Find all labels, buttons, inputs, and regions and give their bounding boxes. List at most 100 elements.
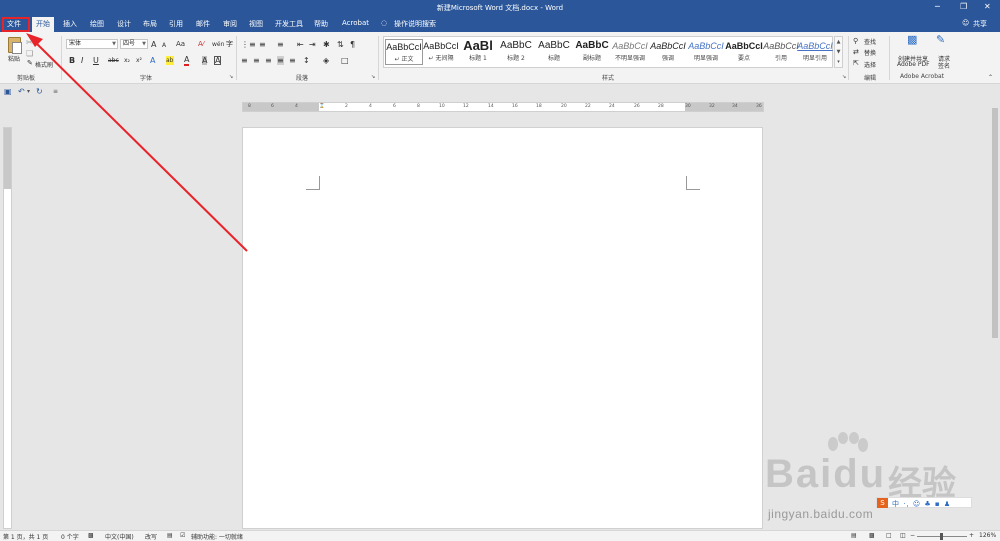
replace-button[interactable]: 替换 — [864, 48, 876, 57]
tab-references[interactable]: 引用 — [169, 19, 183, 29]
paste-icon[interactable] — [8, 37, 22, 54]
read-mode-icon[interactable]: ▩ — [869, 532, 875, 539]
select-button[interactable]: 选择 — [864, 60, 876, 69]
undo-dropdown-icon[interactable]: ▾ — [27, 87, 30, 96]
format-painter-button[interactable]: 格式刷 — [35, 60, 53, 69]
style-strong[interactable]: AaBbCcI 要点 — [725, 39, 763, 65]
font-color-button[interactable]: A — [184, 56, 190, 66]
style-subtitle[interactable]: AaBbC 副标题 — [573, 39, 611, 65]
style-title[interactable]: AaBbC 标题 — [535, 39, 573, 65]
tab-home[interactable]: 开始 — [32, 17, 54, 32]
borders-icon[interactable]: □ — [341, 56, 349, 65]
underline-button[interactable]: U — [93, 56, 99, 65]
styles-gallery-scroll[interactable]: ▲ ▼ ▾ — [834, 36, 843, 68]
customize-qat-icon[interactable]: ≡ — [53, 87, 58, 96]
minimize-button[interactable]: ─ — [935, 2, 940, 11]
distributed-icon[interactable]: ≡ — [289, 56, 296, 65]
style-intense-quote[interactable]: AaBbCcI 明显引用 — [796, 39, 834, 65]
paste-button[interactable]: 粘贴 — [8, 54, 20, 63]
text-effects-icon[interactable]: A — [150, 56, 155, 65]
grow-font-button[interactable]: A — [151, 40, 156, 49]
find-button[interactable]: 查找 — [864, 37, 876, 46]
change-case-button[interactable]: Aa — [176, 40, 185, 49]
font-dialog-launcher-icon[interactable]: ↘ — [229, 73, 233, 82]
shrink-font-button[interactable]: A — [162, 41, 166, 50]
ime-toolbar[interactable]: S 中 ·, ☺ ♣ ▪ ♟ — [876, 497, 972, 508]
enclose-char-button[interactable]: 字 — [226, 40, 233, 49]
focus-mode-icon[interactable]: ▤ — [851, 532, 857, 539]
tell-me-search[interactable]: 操作说明搜索 — [394, 19, 436, 29]
shading-icon[interactable]: ◈ — [323, 56, 329, 65]
vertical-scrollbar[interactable] — [990, 98, 1000, 530]
vertical-ruler[interactable] — [3, 127, 12, 529]
char-border-button[interactable]: A — [214, 56, 222, 65]
tab-draw[interactable]: 绘图 — [90, 19, 104, 29]
align-right-icon[interactable]: ≡ — [265, 56, 272, 65]
tab-view[interactable]: 视图 — [249, 19, 263, 29]
increase-indent-icon[interactable]: ⇥ — [309, 40, 316, 49]
undo-icon[interactable]: ↶ — [18, 87, 25, 96]
superscript-button[interactable]: x² — [136, 56, 142, 65]
page-count[interactable]: 第 1 页，共 1 页 — [3, 532, 48, 541]
style-quote[interactable]: AaBbCcI 引用 — [762, 39, 800, 65]
style-normal[interactable]: AaBbCcI ↵ 正文 — [385, 39, 423, 65]
proofing-icon[interactable]: ▩ — [88, 532, 94, 539]
justify-icon[interactable]: ≡ — [277, 56, 284, 65]
restore-button[interactable]: ❐ — [960, 2, 967, 11]
tab-layout[interactable]: 布局 — [143, 19, 157, 29]
print-layout-icon[interactable]: □ — [886, 532, 892, 539]
style-intense-emphasis[interactable]: AaBbCcI 明显强调 — [687, 39, 725, 65]
italic-button[interactable]: I — [81, 56, 83, 65]
horizontal-ruler[interactable]: 8 6 4 ⌛ 2 4 6 8 10 12 14 16 18 20 22 24 … — [242, 102, 764, 112]
font-size-combo[interactable]: 四号 ▼ — [120, 39, 148, 49]
phonetic-guide-button[interactable]: wén — [212, 40, 224, 49]
word-count[interactable]: 0 个字 — [61, 532, 79, 541]
gallery-up-icon[interactable]: ▲ — [835, 37, 842, 47]
scrollbar-thumb[interactable] — [992, 108, 998, 338]
indent-marker-icon[interactable]: ⌛ — [319, 104, 325, 109]
char-shading-button[interactable]: A — [202, 56, 208, 65]
document-page[interactable] — [242, 127, 763, 529]
tab-design[interactable]: 设计 — [117, 19, 131, 29]
font-name-combo[interactable]: 宋体 ▼ — [66, 39, 118, 49]
style-emphasis[interactable]: AaBbCcI 强调 — [649, 39, 687, 65]
save-icon[interactable]: ▣ — [4, 87, 12, 96]
zoom-out-button[interactable]: − — [910, 532, 915, 539]
clear-formatting-icon[interactable]: A⁄ — [198, 40, 204, 49]
subscript-button[interactable]: x₂ — [124, 56, 130, 65]
overtype-mode[interactable]: 改写 — [145, 532, 157, 541]
tab-mailings[interactable]: 邮件 — [196, 19, 210, 29]
show-marks-icon[interactable]: ¶ — [350, 40, 355, 49]
cut-icon[interactable]: ✂ — [26, 38, 33, 47]
style-subtle-emphasis[interactable]: AaBbCcI 不明显强调 — [611, 39, 649, 65]
paragraph-dialog-launcher-icon[interactable]: ↘ — [371, 73, 375, 82]
zoom-in-button[interactable]: + — [969, 532, 974, 539]
align-center-icon[interactable]: ≡ — [253, 56, 260, 65]
tab-insert[interactable]: 插入 — [63, 19, 77, 29]
gallery-down-icon[interactable]: ▼ — [835, 47, 842, 57]
tab-review[interactable]: 审阅 — [223, 19, 237, 29]
gallery-more-icon[interactable]: ▾ — [835, 57, 842, 67]
multilevel-list-icon[interactable]: ≡ — [277, 40, 284, 49]
zoom-slider-thumb[interactable] — [940, 533, 943, 540]
macro-icon[interactable]: ▤ — [167, 532, 173, 539]
collapse-ribbon-icon[interactable]: ⌃ — [988, 73, 993, 82]
align-left-icon[interactable]: ≡ — [241, 56, 248, 65]
numbering-icon[interactable]: ≡ — [259, 40, 266, 49]
tab-help[interactable]: 帮助 — [314, 19, 328, 29]
redo-icon[interactable]: ↻ — [36, 87, 43, 96]
close-button[interactable]: ✕ — [984, 2, 991, 11]
accessibility-status[interactable]: 辅助功能: 一切就绪 — [191, 532, 243, 541]
create-share-pdf-line2[interactable]: Adobe PDF — [897, 61, 930, 68]
line-spacing-icon[interactable]: ↕ — [303, 56, 310, 65]
language-indicator[interactable]: 中文(中国) — [105, 532, 134, 541]
bold-button[interactable]: B — [69, 56, 75, 65]
copy-icon[interactable]: ❏ — [26, 49, 33, 58]
tab-acrobat[interactable]: Acrobat — [342, 19, 369, 27]
highlight-button[interactable]: ab — [166, 56, 174, 65]
bullets-icon[interactable]: ⋮≡ — [241, 40, 256, 49]
style-no-spacing[interactable]: AaBbCcI ↵ 无间隔 — [422, 39, 460, 65]
style-heading-2[interactable]: AaBbC 标题 2 — [497, 39, 535, 65]
decrease-indent-icon[interactable]: ⇤ — [297, 40, 304, 49]
zoom-level[interactable]: 126% — [979, 532, 996, 539]
